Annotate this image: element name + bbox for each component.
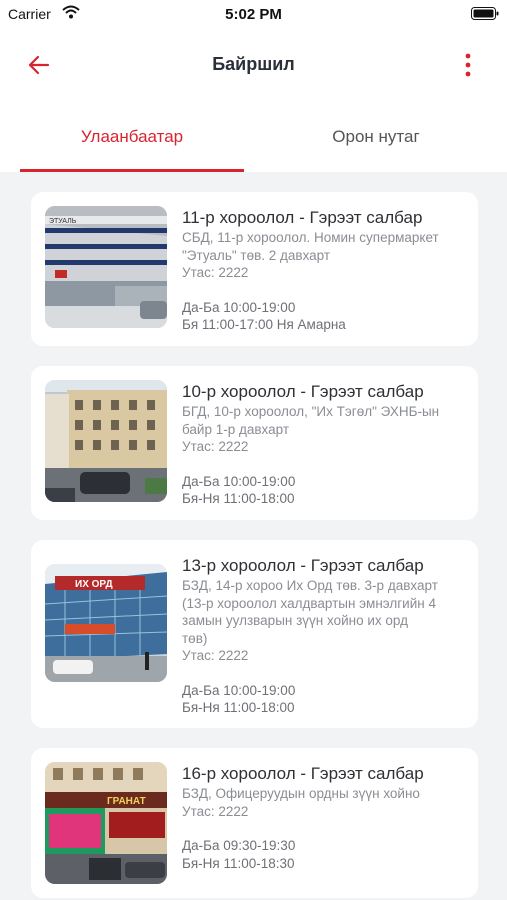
branch-address-line: БЗД, Офицеруудын ордны зүүн хойно [182, 786, 420, 801]
branch-card[interactable]: 10-р хороолол - Гэрээт салбар БГД, 10-р … [31, 366, 478, 520]
branch-address-line: төв) [182, 630, 208, 646]
branch-info: 11-р хороолол - Гэрээт салбар СБД, 11-р … [182, 207, 468, 334]
branch-address-line: (13-р хороолол халдвартын эмнэлгийн 4 [182, 595, 436, 611]
branch-hours: Да-Ба 09:30-19:30 Бя-Ня 11:00-18:30 [182, 837, 468, 872]
status-time: 5:02 PM [225, 6, 282, 23]
branch-info: 16-р хороолол - Гэрээт салбар БЗД, Офице… [182, 763, 468, 872]
branch-hours-weekday: Да-Ба 10:00-19:00 [182, 682, 296, 698]
tab-ulaanbaatar[interactable]: Улаанбаатар [20, 100, 244, 172]
branch-address-line: БГД, 10-р хороолол, "Их Тэгөл" ЭХНБ-ын [182, 404, 440, 419]
branch-photo: ИХ ОРД [45, 564, 167, 682]
branch-card[interactable]: ЭТУАЛЬ 11-р хороолол - Гэрээт салбар СБД… [31, 192, 478, 346]
branch-title: 13-р хороолол - Гэрээт салбар [182, 556, 424, 575]
branch-hours-weekend: Бя 11:00-17:00 Ня Амарна [182, 317, 346, 332]
status-bar: Carrier 5:02 PM [0, 0, 507, 28]
branch-hours-weekend: Бя-Ня 11:00-18:00 [182, 491, 295, 506]
branch-address-line: БЗД, 14-р хороо Их Орд төв. 3-р давхарт [182, 578, 438, 593]
branch-phone: Утас: 2222 [182, 265, 249, 280]
branch-title: 16-р хороолол - Гэрээт салбар [182, 764, 424, 783]
branch-title: 11-р хороолол - Гэрээт салбар [182, 208, 423, 227]
building-sign: ЭТУАЛЬ [49, 218, 77, 225]
building-sign: ГРАНАТ [107, 796, 146, 807]
building-sign: ИХ ОРД [75, 579, 113, 590]
branch-info: 13-р хороолол - Гэрээт салбар БЗД, 14-р … [182, 555, 468, 717]
nav-bar: Байршил [0, 28, 507, 100]
branch-card[interactable]: ГРАНАТ 16-р хороолол - Гэрээт салбар БЗД… [31, 748, 478, 898]
branch-photo [45, 380, 167, 502]
branch-hours: Да-Ба 10:00-19:00 Бя-Ня 11:00-18:00 [182, 682, 468, 717]
location-tabs: Улаанбаатар Орон нутаг [0, 100, 507, 172]
branch-phone: Утас: 2222 [182, 803, 249, 819]
tab-countryside[interactable]: Орон нутаг [264, 100, 488, 172]
branch-phone: Утас: 2222 [182, 648, 249, 663]
branch-photo: ГРАНАТ [45, 762, 167, 884]
branch-address-line: замын уулзварын зүүн хойно их орд [182, 613, 408, 628]
branch-hours-weekday: Да-Ба 10:00-19:00 [182, 299, 296, 315]
branch-list: ЭТУАЛЬ 11-р хороолол - Гэрээт салбар СБД… [0, 172, 507, 900]
branch-phone: Утас: 2222 [182, 439, 249, 454]
branch-hours-weekday: Да-Ба 09:30-19:30 [182, 838, 296, 853]
branch-info: 10-р хороолол - Гэрээт салбар БГД, 10-р … [182, 381, 468, 508]
branch-title: 10-р хороолол - Гэрээт салбар [182, 382, 424, 401]
branch-hours-weekday: Да-Ба 10:00-19:00 [182, 473, 296, 489]
branch-address-line: "Этуаль" төв. 2 давхарт [182, 247, 331, 263]
more-vertical-icon[interactable] [451, 48, 485, 82]
branch-hours-weekend: Бя-Ня 11:00-18:00 [182, 700, 295, 715]
branch-hours: Да-Ба 10:00-19:00 Бя 11:00-17:00 Ня Амар… [182, 299, 468, 334]
page-title: Байршил [212, 54, 295, 74]
branch-hours-weekend: Бя-Ня 11:00-18:30 [182, 855, 295, 871]
branch-address-line: байр 1-р давхарт [182, 421, 290, 437]
branch-address-line: СБД, 11-р хороолол. Номин супермаркет [182, 230, 439, 245]
branch-card[interactable]: ИХ ОРД 13-р хороолол - Гэрээт салбар БЗД… [31, 540, 478, 728]
battery-icon [471, 7, 499, 20]
branch-photo: ЭТУАЛЬ [45, 206, 167, 328]
branch-hours: Да-Ба 10:00-19:00 Бя-Ня 11:00-18:00 [182, 473, 468, 508]
